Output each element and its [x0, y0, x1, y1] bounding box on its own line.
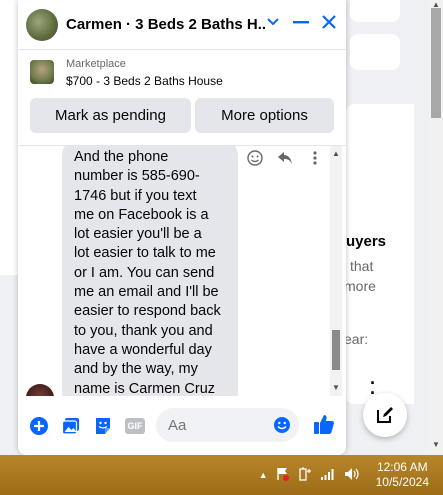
- reply-icon[interactable]: [276, 149, 294, 167]
- sender-avatar[interactable]: [26, 384, 54, 396]
- plus-icon[interactable]: [26, 413, 52, 439]
- thumbs-up-icon[interactable]: [312, 412, 338, 438]
- chat-title[interactable]: Carmen · 3 Beds 2 Baths H...: [66, 16, 266, 33]
- background-card-side: [350, 34, 400, 70]
- message-text: And the phone number is 585-690- 1746 bu…: [74, 149, 221, 396]
- chevron-down-icon[interactable]: [264, 13, 282, 31]
- volume-icon[interactable]: [344, 467, 360, 484]
- background-text-1: that: [350, 258, 374, 274]
- background-text-3: ear:: [344, 331, 369, 347]
- taskbar-clock[interactable]: 12:06 AM 10/5/2024: [376, 460, 429, 490]
- marketplace-listing: Marketplace $700 - 3 Beds 2 Baths House …: [18, 50, 346, 146]
- system-tray: ▲ 12:06 AM 10/5/2024: [259, 455, 443, 495]
- background-card-top: [350, 0, 400, 22]
- more-options-button[interactable]: More options: [195, 98, 334, 133]
- contact-avatar[interactable]: [26, 8, 58, 41]
- photo-icon[interactable]: [58, 413, 84, 439]
- taskbar-time: 12:06 AM: [376, 460, 428, 474]
- emoji-icon[interactable]: [273, 416, 291, 434]
- flag-icon[interactable]: [276, 467, 290, 484]
- message-composer: GIF: [18, 396, 346, 455]
- listing-label: Marketplace: [66, 58, 126, 70]
- react-emoji-icon[interactable]: [246, 149, 264, 167]
- listing-thumbnail[interactable]: [30, 60, 54, 84]
- message-scrollbar[interactable]: ▲ ▼: [330, 146, 342, 396]
- background-heading: uyers: [346, 233, 387, 250]
- scroll-up-icon[interactable]: ▲: [332, 149, 340, 158]
- message-list[interactable]: And the phone number is 585-690- 1746 bu…: [18, 146, 346, 396]
- scroll-thumb[interactable]: [431, 8, 441, 118]
- gif-icon[interactable]: GIF: [122, 413, 148, 439]
- taskbar-date: 10/5/2024: [375, 475, 429, 489]
- more-vertical-icon[interactable]: [306, 149, 324, 167]
- battery-icon[interactable]: [298, 467, 312, 484]
- background-panel: [346, 104, 414, 404]
- message-input[interactable]: [168, 416, 263, 434]
- message-bubble[interactable]: And the phone number is 585-690- 1746 bu…: [62, 146, 238, 396]
- taskbar: ▲ 12:06 AM 10/5/2024: [0, 455, 443, 495]
- compose-icon: [377, 407, 393, 423]
- scroll-down-icon[interactable]: ▼: [431, 440, 441, 450]
- scroll-down-icon[interactable]: ▼: [332, 383, 340, 392]
- wifi-icon[interactable]: [320, 468, 336, 483]
- minimize-icon[interactable]: [292, 13, 310, 31]
- listing-title[interactable]: $700 - 3 Beds 2 Baths House: [66, 74, 223, 88]
- mark-as-pending-button[interactable]: Mark as pending: [30, 98, 191, 133]
- gif-label: GIF: [125, 417, 145, 434]
- close-icon[interactable]: [320, 13, 338, 31]
- message-input-wrapper[interactable]: [156, 408, 299, 442]
- message-scroll-thumb[interactable]: [332, 330, 340, 370]
- background-left-panel: [0, 0, 18, 275]
- page-scrollbar[interactable]: ▲ ▼: [429, 0, 443, 455]
- background-text-2: more: [344, 278, 376, 294]
- new-message-button[interactable]: [363, 393, 407, 437]
- chevron-up-icon[interactable]: ▲: [259, 470, 268, 480]
- sticker-icon[interactable]: [90, 413, 116, 439]
- chat-window: Carmen · 3 Beds 2 Baths H... Marketplace…: [18, 0, 346, 455]
- chat-header[interactable]: Carmen · 3 Beds 2 Baths H...: [18, 0, 346, 50]
